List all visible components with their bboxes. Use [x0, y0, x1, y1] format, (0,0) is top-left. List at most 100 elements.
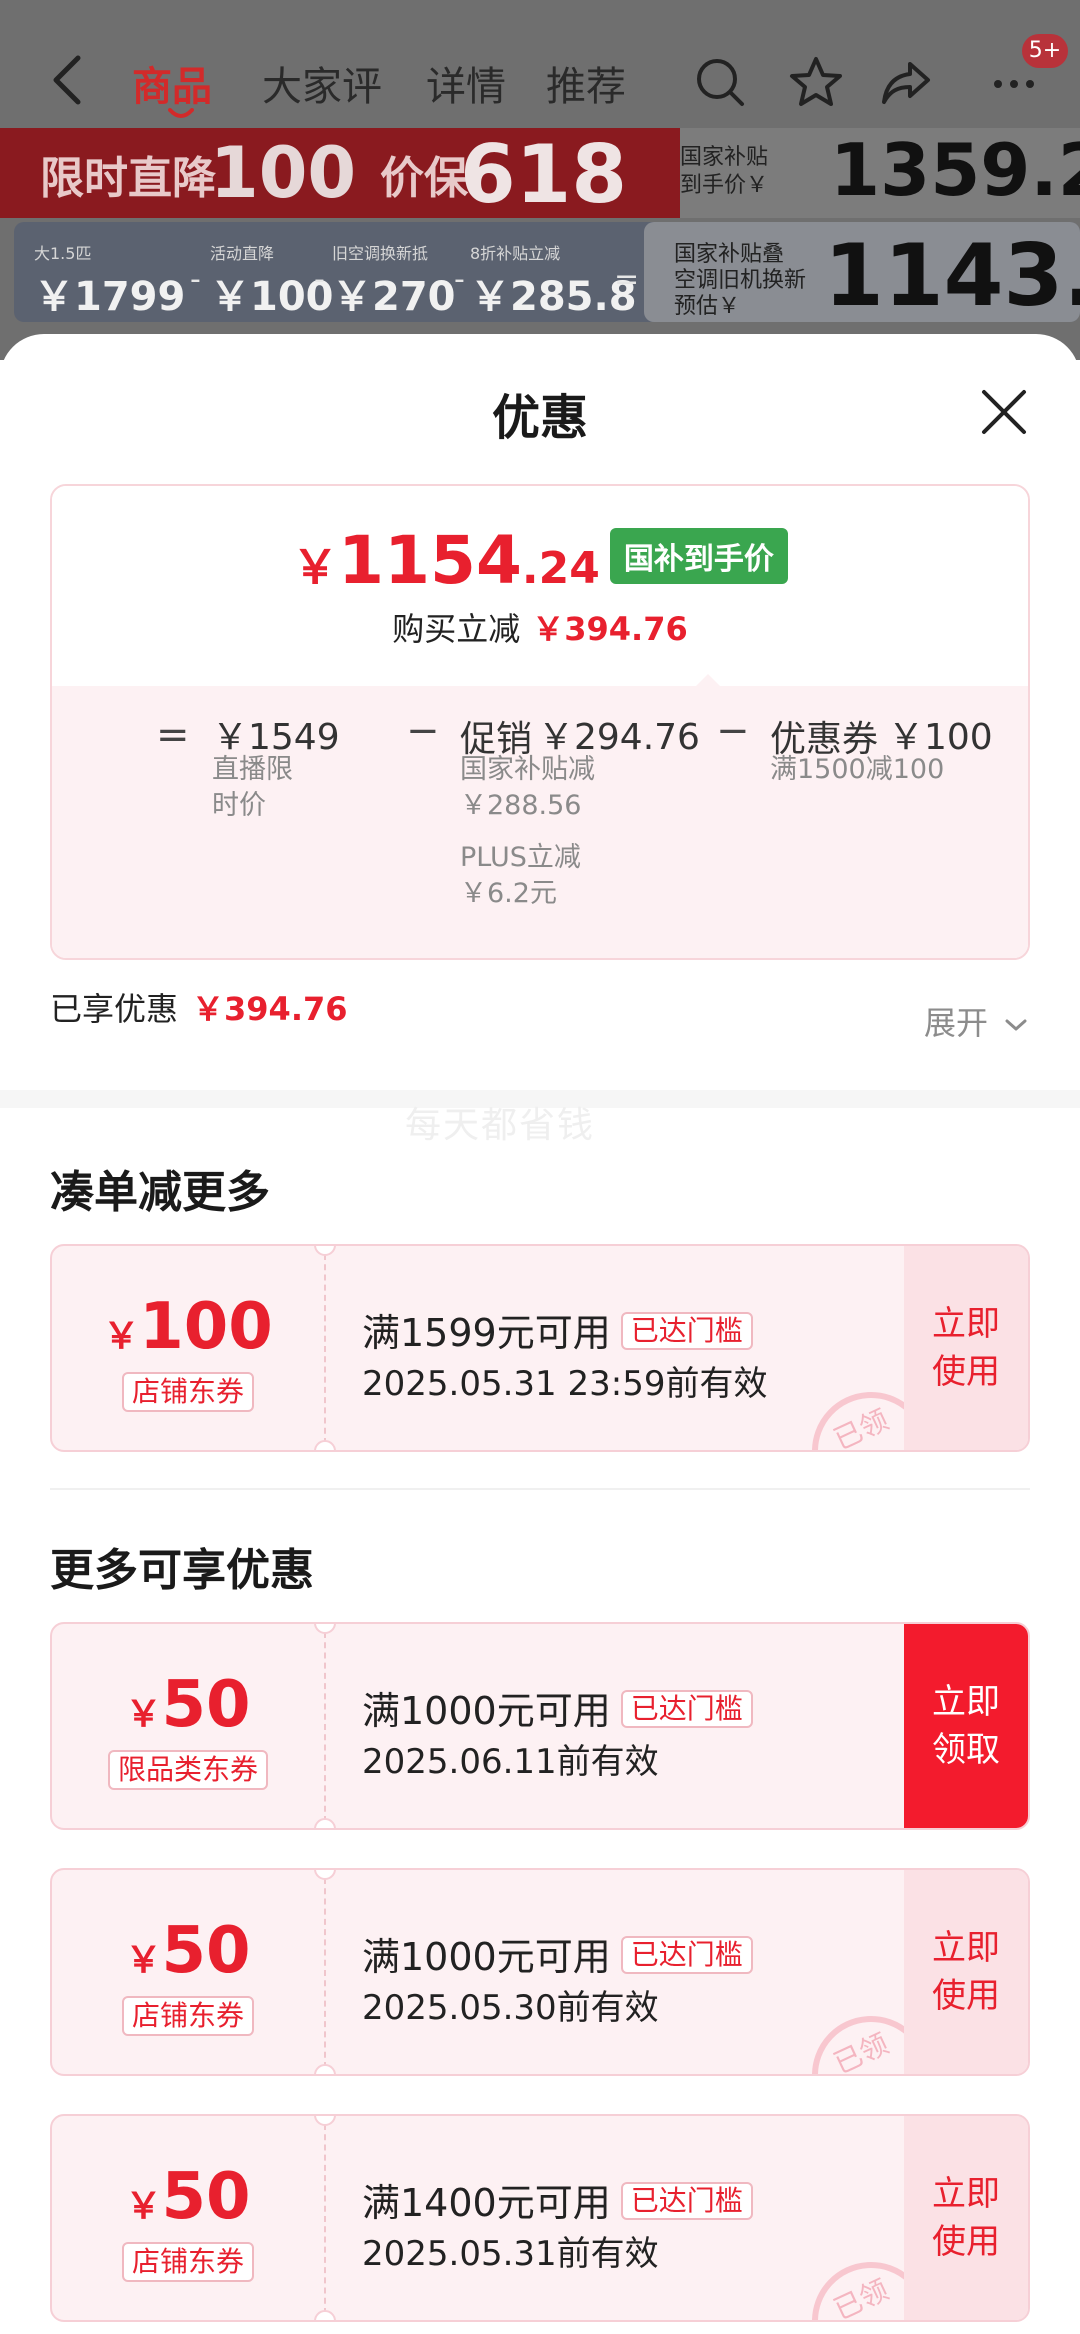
sheet-title: 优惠 [491, 390, 588, 446]
minus-sign: − [716, 708, 750, 754]
coupon-kind: 店铺东券 [52, 2242, 324, 2282]
coupon-divider [324, 1254, 326, 1444]
price-protect-label: 价保 [380, 153, 468, 204]
use-now-button[interactable]: 立即 使用 [904, 1870, 1028, 2074]
breakdown-cell: 8折补贴立减 ￥285.8 [470, 244, 637, 320]
notification-badge: 5+ [1022, 34, 1068, 68]
price-currency: ￥ [292, 540, 339, 594]
enjoyed-value: ￥394.76 [192, 990, 348, 1028]
share-icon[interactable] [878, 54, 934, 110]
coupon-validity: 2025.05.30前有效 [362, 1988, 659, 2028]
final-value: 1143.2 [824, 226, 1080, 326]
breakdown-op: - [314, 262, 325, 297]
promo-sub2-label: PLUS立减 [460, 842, 581, 873]
price-protect-value: 618 [460, 128, 627, 221]
coupon-validity: 2025.05.31前有效 [362, 2234, 659, 2274]
tab-recommend[interactable]: 推荐 [546, 54, 626, 112]
breakdown-cell: 旧空调换新抵 ￥270 [332, 244, 456, 320]
live-label-line2: 时价 [212, 790, 266, 821]
coupon-card: ￥50 店铺东券 满1000元可用 已达门槛 2025.05.30前有效 已领 立… [50, 1868, 1030, 2076]
discount-sheet: 优惠 ￥1154.24 国补到手价 购买立减 ￥394.76 = ￥1549 直播限… [0, 334, 1080, 2334]
coupon-card: ￥100 店铺东券 满1599元可用 已达门槛 2025.05.31 23:59前… [50, 1244, 1030, 1452]
coupon-condition: 满1000元可用 已达门槛 [362, 1926, 753, 1981]
price-summary-card: ￥1154.24 国补到手价 购买立减 ￥394.76 = ￥1549 直播限 时价… [50, 484, 1030, 960]
subsidy-value: 1359.2 [830, 128, 1080, 212]
promo-sub2-value: ￥6.2元 [460, 878, 557, 909]
subsidy-price-tag: 国补到手价 [609, 528, 788, 584]
use-now-button[interactable]: 立即 使用 [904, 1246, 1028, 1450]
coupon-divider [324, 1878, 326, 2068]
expand-label: 展开 [924, 1004, 989, 1042]
coupon-left: ￥100 店铺东券 [52, 1246, 324, 1450]
watermark-text: 每天都省钱 [405, 1105, 596, 1146]
enjoyed-discount: 已享优惠 ￥394.76 [50, 984, 348, 1030]
coupon-condition: 满1599元可用 已达门槛 [362, 1302, 753, 1357]
coupon-amount: ￥50 [125, 1668, 251, 1742]
coupon-cut [314, 2310, 336, 2320]
close-icon[interactable] [976, 384, 1032, 440]
coupon-kind: 店铺东券 [52, 1372, 324, 1412]
price-decimal: .24 [521, 543, 600, 594]
use-now-button[interactable]: 立即 使用 [904, 2116, 1028, 2320]
threshold-met-badge: 已达门槛 [620, 2182, 753, 2220]
reduce-label: 购买立减 [392, 610, 521, 648]
final-price: ￥1154.24 国补到手价 [52, 522, 1028, 599]
coupon-cut [314, 1440, 336, 1450]
drop-amount: 100 [210, 132, 357, 214]
tab-indicator [168, 108, 194, 118]
tab-product[interactable]: 商品 [132, 54, 212, 112]
summary-notch [694, 674, 722, 688]
coupon-divider [324, 2124, 326, 2314]
coupon-condition: 满1400元可用 已达门槛 [362, 2172, 753, 2227]
final-label: 国家补贴叠 空调旧机换新 预估￥ [674, 242, 807, 319]
coupon-amount: ￥50 [125, 1914, 251, 1988]
coupon-card: ￥50 限品类东券 满1000元可用 已达门槛 2025.06.11前有效 立即 … [50, 1622, 1030, 1830]
coupon-amount: ￥100 [103, 1290, 273, 1364]
divider-line [50, 1488, 1030, 1490]
minus-sign: − [406, 708, 440, 754]
coupon-validity: 2025.05.31 23:59前有效 [362, 1364, 768, 1404]
chevron-down-icon [1005, 1019, 1027, 1031]
background-product-page: 限时直降 100 价保 618 国家补贴 到手价￥ 1359.2 大1.5匹￥1… [0, 0, 1080, 360]
subsidy-price-box: 国家补贴 到手价￥ 1359.2 [680, 128, 1080, 218]
live-label-line1: 直播限 [212, 754, 293, 785]
promo-sub1-label: 国家补贴减 [460, 754, 595, 785]
expand-button[interactable]: 展开 [924, 998, 1028, 1044]
price-breakdown-banner: 大1.5匹 ￥1799 - 活动直降 ￥100 - 旧空调换新抵 ￥270 - 8折补… [14, 222, 1080, 326]
section-title-more: 更多可享优惠 [50, 1545, 314, 1596]
breakdown-op: - [190, 262, 201, 297]
reduce-value: ￥394.76 [532, 610, 688, 648]
coupon-amount: ￥50 [125, 2160, 251, 2234]
tab-details[interactable]: 详情 [426, 54, 506, 112]
top-nav: 商品 大家评 详情 推荐 5+ [0, 30, 1080, 130]
star-icon[interactable] [788, 54, 844, 110]
coupon-kind: 店铺东券 [52, 1996, 324, 2036]
coupon-kind: 限品类东券 [52, 1750, 324, 1790]
coupon-left: ￥50 限品类东券 [52, 1624, 324, 1828]
threshold-met-badge: 已达门槛 [620, 1936, 753, 1974]
tab-reviews[interactable]: 大家评 [262, 54, 382, 112]
subsidy-label: 国家补贴 到手价￥ [680, 145, 769, 198]
purchase-reduce: 购买立减 ￥394.76 [52, 604, 1028, 650]
breakdown-op: - [454, 262, 465, 297]
coupon-sub: 满1500减100 [770, 754, 945, 785]
coupon-left: ￥50 店铺东券 [52, 2116, 324, 2320]
enjoyed-label: 已享优惠 [50, 990, 179, 1028]
section-title-combine: 凑单减更多 [50, 1167, 270, 1218]
threshold-met-badge: 已达门槛 [620, 1312, 753, 1350]
coupon-cut [314, 1818, 336, 1828]
search-icon[interactable] [692, 54, 748, 110]
coupon-card: ￥50 店铺东券 满1400元可用 已达门槛 2025.05.31前有效 已领 立… [50, 2114, 1030, 2322]
coupon-divider [324, 1632, 326, 1822]
breakdown-cell: 大1.5匹 ￥1799 [34, 244, 186, 320]
coupon-cut [314, 2064, 336, 2074]
coupon-condition: 满1000元可用 已达门槛 [362, 1680, 753, 1735]
back-arrow-icon[interactable] [48, 52, 88, 108]
coupon-validity: 2025.06.11前有效 [362, 1742, 659, 1782]
promo-banner: 限时直降 100 价保 618 [0, 128, 680, 221]
claim-now-button[interactable]: 立即 领取 [904, 1624, 1028, 1828]
breakdown-op: = [614, 262, 640, 297]
equals-sign: = [156, 712, 190, 758]
coupon-left: ￥50 店铺东券 [52, 1870, 324, 2074]
limited-label: 限时直降 [40, 153, 216, 204]
